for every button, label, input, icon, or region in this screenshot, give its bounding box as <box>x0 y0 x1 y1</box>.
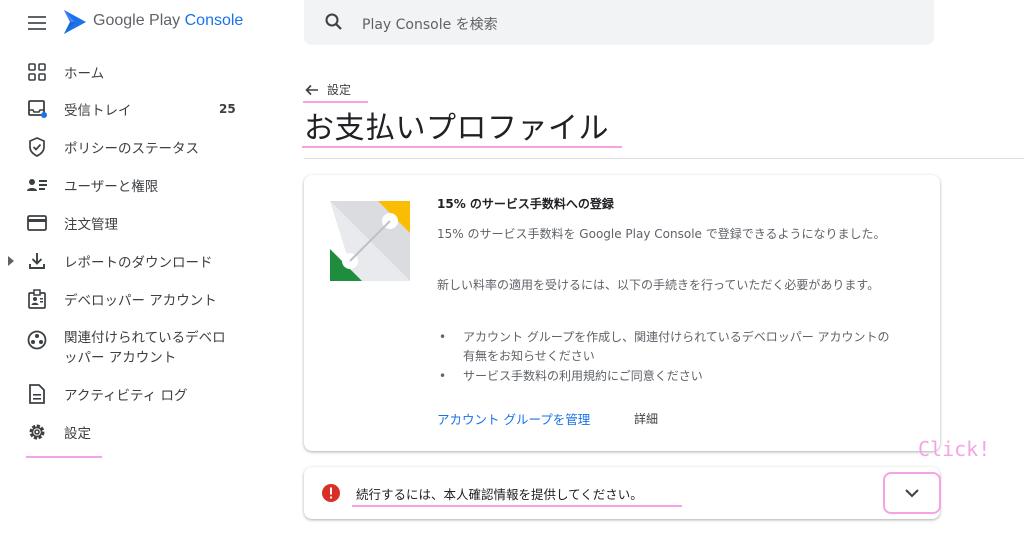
inbox-count-badge: 25 <box>219 102 236 116</box>
error-icon <box>322 484 340 502</box>
details-link[interactable]: 詳細 <box>634 410 658 427</box>
search-bar[interactable]: Play Console を検索 <box>304 0 934 45</box>
card-title: 15% のサービス手数料への登録 <box>437 197 614 211</box>
sidebar-item-label: アクティビティ ログ <box>64 388 188 404</box>
search-icon <box>325 13 342 30</box>
hamburger-menu-icon <box>28 16 46 30</box>
settings-highlight-underline <box>26 456 102 458</box>
sidebar-item-label: 設定 <box>64 426 91 442</box>
expand-caret-icon[interactable] <box>7 256 15 266</box>
alert-message: 続行するには、本人確認情報を提供してください。 <box>356 487 643 502</box>
brand-name[interactable]: Google Play Console <box>93 12 243 30</box>
main-menu-button[interactable] <box>22 8 52 38</box>
card-paragraph-1: 15% のサービス手数料を Google Play Console で登録できる… <box>437 227 886 241</box>
click-annotation: Click! <box>918 437 991 461</box>
linked-accounts-icon <box>26 329 48 351</box>
arrow-back-icon <box>305 84 318 95</box>
sidebar-item-order-management[interactable]: 注文管理 <box>0 205 290 241</box>
card-paragraph-2: 新しい料率の適用を受けるには、以下の手続きを行っていただく必要があります。 <box>437 278 880 292</box>
google-play-console-logo-icon <box>64 10 86 34</box>
developer-badge-icon <box>26 288 48 310</box>
sidebar-item-label: ポリシーのステータス <box>64 141 199 157</box>
sidebar-item-policy-status[interactable]: ポリシーのステータス <box>0 129 290 165</box>
shield-check-icon <box>26 136 48 158</box>
identity-verification-alert[interactable]: 続行するには、本人確認情報を提供してください。 <box>304 467 940 519</box>
search-input[interactable]: Play Console を検索 <box>362 14 498 34</box>
sidebar-item-home[interactable]: ホーム <box>0 54 290 90</box>
sidebar-item-developer-account[interactable]: デベロッパー アカウント <box>0 281 290 317</box>
brand-google-play: Google Play <box>93 12 181 29</box>
sidebar-item-linked-developer-accounts[interactable]: 関連付けられているデベロ ッパー アカウント <box>0 327 290 369</box>
alert-highlight-underline <box>352 505 682 507</box>
users-list-icon <box>26 174 48 196</box>
expand-alert-button[interactable] <box>883 472 941 514</box>
sidebar-item-label: 受信トレイ <box>64 103 132 119</box>
header-divider <box>304 158 1024 159</box>
page-title-highlight-underline <box>302 146 622 148</box>
document-icon <box>26 383 48 405</box>
grid-icon <box>26 61 48 83</box>
sidebar-item-activity-log[interactable]: アクティビティ ログ <box>0 376 290 412</box>
chevron-down-icon <box>905 488 919 497</box>
brand-console: Console <box>184 12 244 29</box>
inbox-icon <box>26 98 48 120</box>
sidebar-item-label: ホーム <box>64 66 105 82</box>
service-fee-illustration-icon <box>330 201 410 281</box>
credit-card-icon <box>26 212 48 234</box>
manage-account-groups-link[interactable]: アカウント グループを管理 <box>437 409 590 428</box>
sidebar-item-label: 関連付けられているデベロ ッパー アカウント <box>64 328 226 368</box>
sidebar-item-label: レポートのダウンロード <box>64 255 213 271</box>
back-link-label: 設定 <box>327 83 352 97</box>
sidebar-item-users-permissions[interactable]: ユーザーと権限 <box>0 167 290 203</box>
card-bullet-1: アカウント グループを作成し、関連付けられているデベロッパー アカウントの有無を… <box>437 328 897 366</box>
page-title: お支払いプロファイル <box>304 111 609 146</box>
sidebar-item-label-line2: ッパー アカウント <box>64 350 177 366</box>
sidebar-item-label: 注文管理 <box>64 217 118 233</box>
sidebar-item-inbox[interactable]: 受信トレイ 25 <box>0 91 290 127</box>
sidebar-item-label: デベロッパー アカウント <box>64 293 217 309</box>
download-icon <box>26 250 48 272</box>
gear-icon <box>26 421 48 443</box>
sidebar-item-download-reports[interactable]: レポートのダウンロード <box>0 243 290 279</box>
card-bullet-2: サービス手数料の利用規約にご同意ください <box>437 367 897 386</box>
service-fee-enrollment-card: 15% のサービス手数料への登録 15% のサービス手数料を Google Pl… <box>304 175 940 451</box>
back-to-settings-link[interactable]: 設定 <box>305 81 351 98</box>
sidebar-item-label: ユーザーと権限 <box>64 179 159 195</box>
sidebar-item-settings[interactable]: 設定 <box>0 414 290 450</box>
sidebar-item-label-line1: 関連付けられているデベロ <box>64 330 226 346</box>
